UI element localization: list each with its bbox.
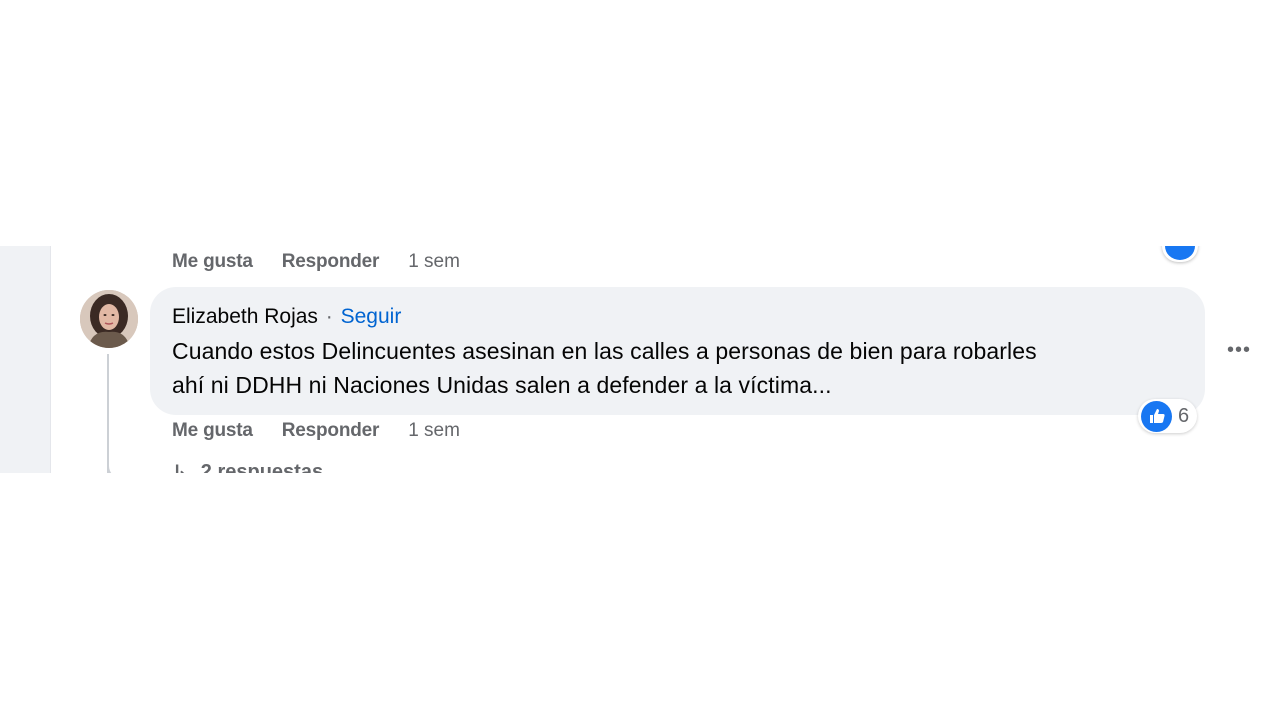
comment-text-line: Cuando estos Delincuentes asesinan en la… [172, 338, 1037, 364]
comment-bubble: Elizabeth Rojas · Seguir Cuando estos De… [150, 287, 1205, 415]
comment-text-line: ahí ni DDHH ni Naciones Unidas salen a d… [172, 372, 832, 398]
thread-connector [107, 454, 131, 473]
prev-comment-actions: Me gusta Responder 1 sem [172, 251, 460, 273]
comment-text: Cuando estos Delincuentes asesinan en la… [172, 334, 1182, 402]
view-replies-link[interactable]: ↳ 2 respuestas [172, 460, 323, 473]
comment-header: Elizabeth Rojas · Seguir [172, 304, 401, 330]
comment-time[interactable]: 1 sem [408, 420, 460, 442]
prev-comment-time[interactable]: 1 sem [408, 251, 460, 273]
follow-button[interactable]: Seguir [341, 305, 402, 328]
reaction-count: 6 [1178, 404, 1190, 427]
reaction-count-badge[interactable]: 6 [1138, 399, 1198, 433]
replies-label: 2 respuestas [200, 461, 324, 473]
comments-viewport: Me gusta Responder 1 sem Elizabeth Rojas… [0, 246, 1280, 473]
avatar[interactable] [80, 290, 138, 348]
reply-button[interactable]: Responder [282, 420, 380, 442]
separator: · [325, 305, 333, 328]
author-name[interactable]: Elizabeth Rojas [172, 305, 318, 328]
more-options-icon: ••• [1226, 338, 1251, 361]
reply-arrow-icon: ↳ [172, 462, 189, 473]
prev-reply-button[interactable]: Responder [282, 251, 380, 273]
comment-actions: Me gusta Responder 1 sem [172, 420, 460, 442]
prev-like-button[interactable]: Me gusta [172, 251, 253, 273]
prev-reaction-badge[interactable] [1162, 246, 1198, 262]
like-icon [1165, 246, 1195, 260]
left-panel [0, 246, 51, 473]
avatar-photo [80, 290, 138, 348]
like-icon [1141, 400, 1172, 432]
more-options-button[interactable]: ••• [1222, 338, 1256, 362]
like-button[interactable]: Me gusta [172, 420, 253, 442]
